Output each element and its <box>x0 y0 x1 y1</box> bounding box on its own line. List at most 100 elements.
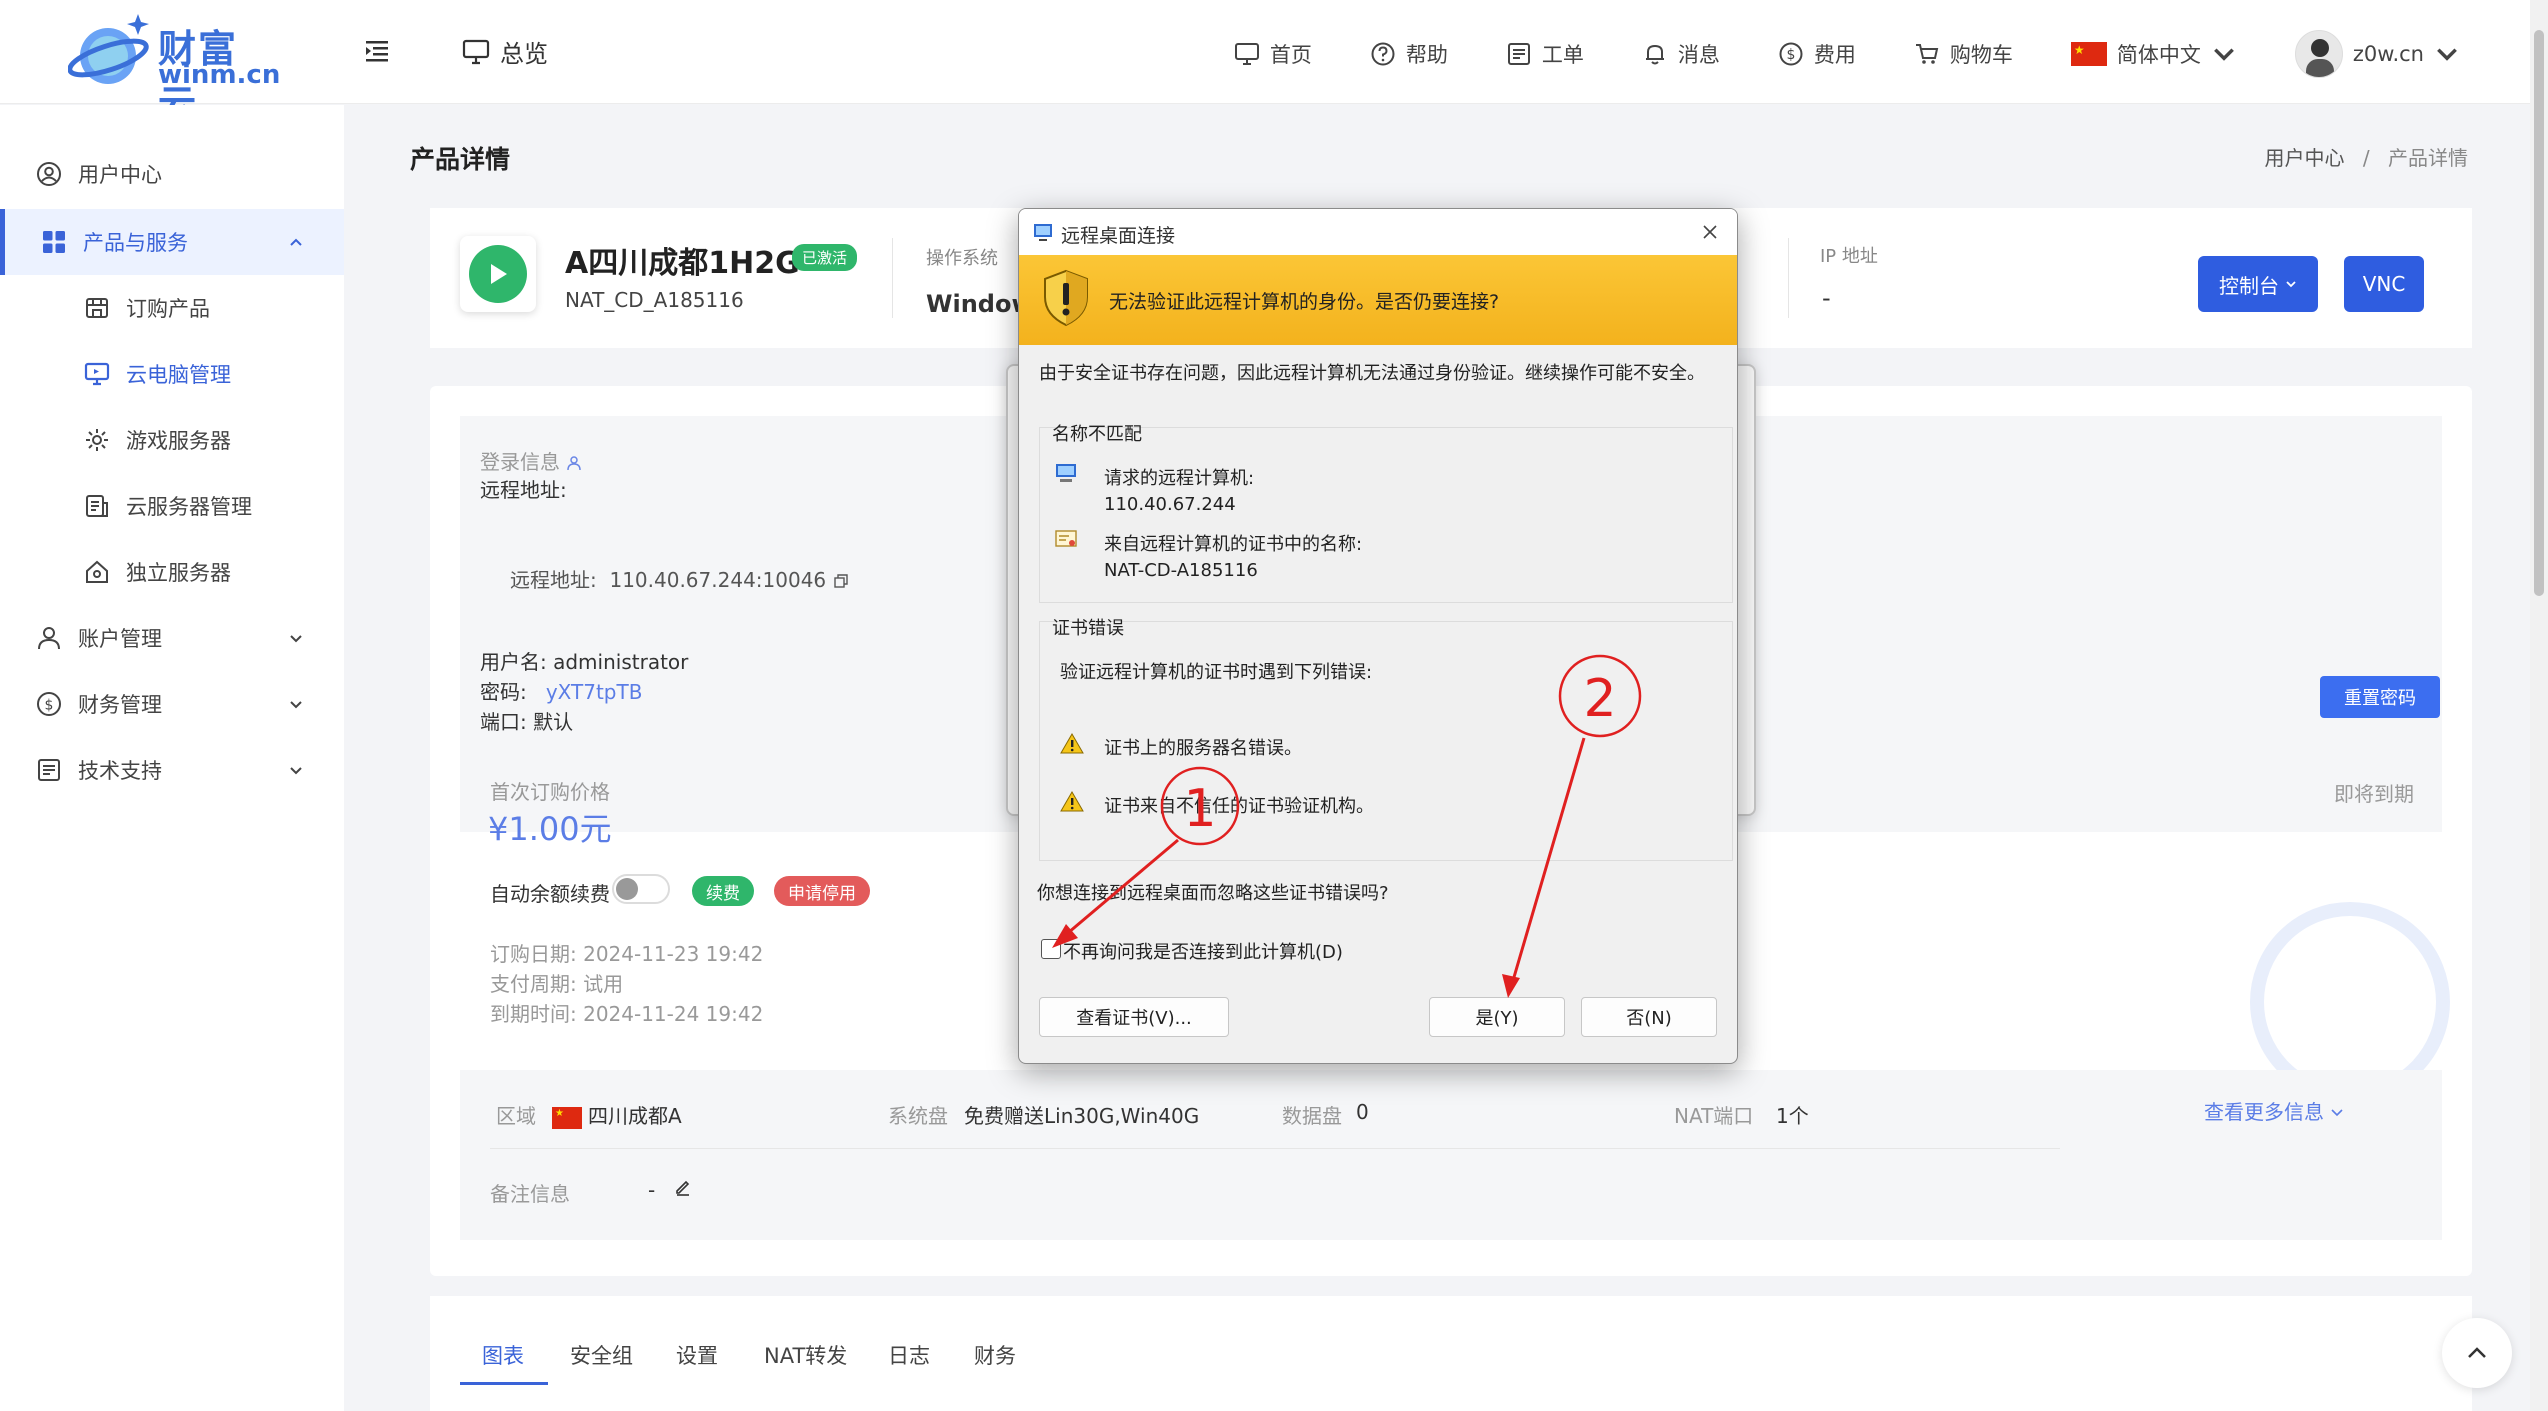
dollar-icon: $ <box>37 692 61 716</box>
dont-ask-label[interactable]: 不再询问我是否连接到此计算机(D) <box>1063 938 1343 964</box>
china-flag-icon <box>552 1106 582 1129</box>
menu-collapse-icon[interactable] <box>364 38 390 64</box>
expiring-soon-label: 即将到期 <box>2334 782 2414 806</box>
more-info-link[interactable]: 查看更多信息 <box>2204 1096 2344 1125</box>
sidebar-item-user-center[interactable]: 用户中心 <box>0 141 344 207</box>
product-name: A四川成都1H2G <box>565 246 800 281</box>
renew-button[interactable]: 续费 <box>692 876 754 906</box>
nav-message[interactable]: 消息 <box>1642 39 1720 69</box>
tab-log[interactable]: 日志 <box>888 1340 930 1370</box>
help-icon <box>1371 42 1395 66</box>
region-value-line: 四川成都A <box>552 1100 682 1129</box>
copy-icon[interactable] <box>833 573 849 589</box>
nav-help[interactable]: 帮助 <box>1370 39 1448 69</box>
cart-icon <box>1915 44 1939 64</box>
breadcrumb-user-center[interactable]: 用户中心 <box>2265 146 2345 170</box>
nav-home[interactable]: 首页 <box>1234 39 1312 69</box>
language-label: 简体中文 <box>2116 43 2201 67</box>
sidebar-item-cloud-pc[interactable]: 云电脑管理 <box>0 341 344 407</box>
tab-nat-forward[interactable]: NAT转发 <box>764 1340 847 1370</box>
port-value: 默认 <box>533 710 574 734</box>
nat-label: NAT端口 <box>1674 1104 1754 1128</box>
tab-finance[interactable]: 财务 <box>974 1340 1016 1370</box>
user-icon <box>38 627 60 650</box>
view-certificate-button[interactable]: 查看证书(V)... <box>1039 997 1229 1037</box>
tab-security-group[interactable]: 安全组 <box>570 1340 633 1370</box>
user-icon <box>567 456 582 471</box>
house-icon <box>86 560 108 583</box>
sidebar-item-label: 技术支持 <box>78 759 162 783</box>
tab-settings[interactable]: 设置 <box>676 1340 718 1370</box>
page-scrollbar[interactable] <box>2530 0 2548 1411</box>
password-line: 密码: yXT7tpTB <box>480 680 643 704</box>
nav-home-label: 首页 <box>1269 43 1312 67</box>
china-flag-icon <box>2070 42 2107 66</box>
dialog-titlebar[interactable]: 远程桌面连接 <box>1019 209 1737 255</box>
chevron-up-icon <box>2468 1347 2486 1358</box>
datadisk-label: 数据盘 <box>1282 1104 1342 1128</box>
chevron-down-icon <box>290 701 302 709</box>
console-button[interactable]: 控制台 <box>2198 256 2318 312</box>
nav-cart[interactable]: 购物车 <box>1914 39 2013 69</box>
sidebar-item-order-product[interactable]: 订购产品 <box>0 275 344 341</box>
scroll-to-top-button[interactable] <box>2442 1318 2512 1388</box>
requested-computer-value: 110.40.67.244 <box>1104 494 1236 515</box>
cert-error-intro: 验证远程计算机的证书时遇到下列错误: <box>1060 662 1373 683</box>
username-line: 用户名: administrator <box>480 650 689 674</box>
suspend-button[interactable]: 申请停用 <box>774 876 870 906</box>
sidebar-item-finance[interactable]: $ 财务管理 <box>0 671 344 737</box>
language-selector[interactable]: 简体中文 <box>2070 39 2237 69</box>
dont-ask-checkbox[interactable] <box>1041 939 1061 959</box>
logo[interactable]: 财富云 winm.cn <box>67 8 280 126</box>
nav-help-label: 帮助 <box>1405 43 1448 67</box>
info-panel: 区域 四川成都A 系统盘 免费赠送Lin30G,Win40G 数据盘 0 NAT… <box>460 1070 2442 1240</box>
vnc-button[interactable]: VNC <box>2344 256 2424 312</box>
gear-icon <box>86 429 108 451</box>
sidebar-item-support[interactable]: 技术支持 <box>0 737 344 803</box>
user-menu[interactable]: z0w.cn <box>2294 30 2460 78</box>
no-button[interactable]: 否(N) <box>1581 997 1717 1037</box>
remark-label: 备注信息 <box>490 1182 570 1206</box>
server-list-icon <box>86 495 108 517</box>
reset-password-button[interactable]: 重置密码 <box>2320 676 2440 718</box>
banner-message: 无法验证此远程计算机的身份。是否仍要连接? <box>1109 291 1500 313</box>
overview-label: 总览 <box>500 40 548 68</box>
remote-desktop-dialog: 远程桌面连接 无法验证此远程计算机的身份。是否仍要连接? 由于安全证书存在问题，… <box>1018 208 1738 1064</box>
active-tab-indicator <box>460 1382 548 1385</box>
vnc-label: VNC <box>2362 272 2406 296</box>
sidebar-item-label: 云服务器管理 <box>126 495 252 519</box>
nav-cost-label: 费用 <box>1813 43 1856 67</box>
start-button[interactable] <box>460 236 536 312</box>
order-date: 订购日期: 2024-11-23 19:42 <box>490 942 764 966</box>
dollar-icon: $ <box>1779 42 1803 66</box>
auto-renew-toggle[interactable] <box>612 874 670 904</box>
sidebar-item-account[interactable]: 账户管理 <box>0 605 344 671</box>
dialog-close-button[interactable] <box>1695 217 1725 247</box>
pay-cycle: 支付周期: 试用 <box>490 972 624 996</box>
nav-message-label: 消息 <box>1677 43 1720 67</box>
breadcrumb-separator: / <box>2362 146 2370 170</box>
nav-ticket[interactable]: 工单 <box>1506 39 1584 69</box>
region-value: 四川成都A <box>588 1104 682 1128</box>
breadcrumb-current: 产品详情 <box>2388 146 2468 170</box>
yes-button[interactable]: 是(Y) <box>1429 997 1565 1037</box>
divider <box>892 238 893 318</box>
username-value: administrator <box>553 650 689 674</box>
certificate-icon <box>1055 530 1077 547</box>
sidebar-item-cloud-server[interactable]: 云服务器管理 <box>0 473 344 539</box>
sidebar-item-game-server[interactable]: 游戏服务器 <box>0 407 344 473</box>
sidebar-item-dedicated-server[interactable]: 独立服务器 <box>0 539 344 605</box>
scrollbar-thumb[interactable] <box>2534 30 2544 596</box>
nav-cost[interactable]: $ 费用 <box>1778 39 1856 69</box>
edit-icon[interactable] <box>674 1178 692 1196</box>
tab-chart[interactable]: 图表 <box>482 1340 524 1370</box>
dialog-question: 你想连接到远程桌面而忽略这些证书错误吗? <box>1037 883 1389 904</box>
cloud-pc-icon <box>84 362 110 386</box>
dialog-title: 远程桌面连接 <box>1061 225 1176 247</box>
cert-error-title: 证书错误 <box>1052 618 1124 639</box>
overview-link[interactable]: 总览 <box>462 34 548 69</box>
page-title: 产品详情 <box>410 145 511 174</box>
logo-subtext: winm.cn <box>158 60 281 90</box>
sidebar-item-products[interactable]: 产品与服务 <box>0 209 344 275</box>
sysdisk-value: 免费赠送Lin30G,Win40G <box>964 1104 1200 1128</box>
